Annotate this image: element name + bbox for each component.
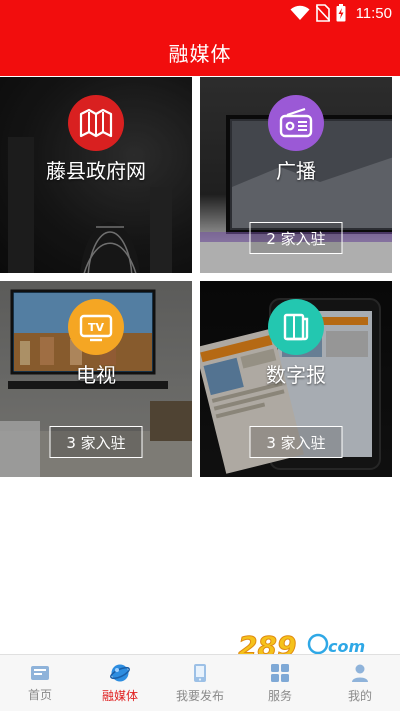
tv-icon: TV [68, 299, 124, 355]
provider-count-button[interactable]: 3 家入驻 [249, 426, 343, 458]
status-bar: 11:50 [0, 0, 400, 28]
no-sim-icon [315, 4, 330, 22]
tile-tv[interactable]: TV 电视 3 家入驻 [0, 281, 192, 477]
tile-label: 广播 [276, 159, 316, 183]
nav-label: 服务 [267, 688, 292, 703]
tile-digital-newspaper[interactable]: 数字报 3 家入驻 [200, 281, 392, 477]
status-icons: 11:50 [290, 4, 392, 22]
provider-count-button[interactable]: 2 家入驻 [249, 222, 343, 254]
newspaper-icon [268, 299, 324, 355]
grid-service-icon [271, 663, 289, 682]
bottom-nav: 首页 融媒体 我要发布 服务 我的 [0, 654, 400, 711]
nav-label: 融媒体 [101, 688, 138, 703]
svg-text:TV: TV [88, 321, 105, 334]
nav-label: 首页 [27, 687, 52, 702]
battery-charging-icon [336, 4, 346, 22]
wifi-icon [290, 5, 310, 20]
status-time: 11:50 [355, 4, 392, 22]
nav-item-mine[interactable]: 我的 [320, 655, 400, 711]
phone-publish-icon [194, 663, 206, 682]
tile-government-site[interactable]: 藤县政府网 [0, 77, 192, 273]
nav-item-service[interactable]: 服务 [240, 655, 320, 711]
app-bar: 融媒体 [0, 28, 400, 76]
tile-label: 电视 [76, 363, 116, 387]
radio-icon [268, 95, 324, 151]
nav-label: 我的 [347, 688, 372, 703]
media-globe-icon [110, 664, 130, 681]
app-root: 11:50 融媒体 藤县政府网 广播 2 家入驻 TV 电视 3 家入驻 数字报… [0, 0, 400, 711]
nav-item-media[interactable]: 融媒体 [80, 655, 160, 711]
tile-label: 藤县政府网 [46, 159, 146, 183]
user-icon [352, 664, 368, 682]
nav-item-home[interactable]: 首页 [0, 655, 80, 711]
building-icon [68, 95, 124, 151]
home-icon [31, 665, 49, 680]
tile-label: 数字报 [266, 363, 326, 387]
tile-radio[interactable]: 广播 2 家入驻 [200, 77, 392, 273]
page-title: 融媒体 [168, 41, 232, 66]
nav-item-publish[interactable]: 我要发布 [160, 655, 240, 711]
provider-count-button[interactable]: 3 家入驻 [49, 426, 143, 458]
nav-label: 我要发布 [175, 688, 224, 703]
